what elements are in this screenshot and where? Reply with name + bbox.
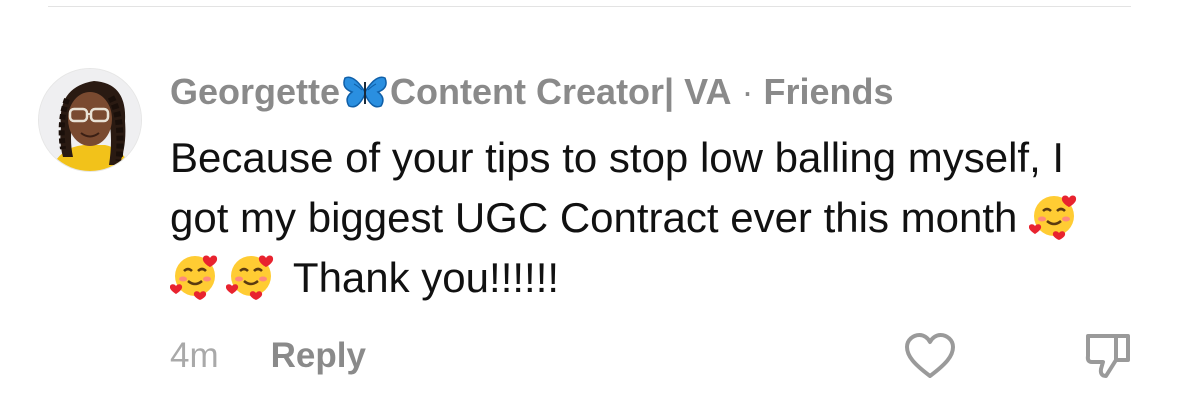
heart-icon [905, 333, 955, 378]
comment-text-main: Because of your tips to stop low balling… [170, 134, 1065, 241]
smiling-face-with-hearts-icon [225, 250, 276, 300]
dislike-button[interactable] [1084, 332, 1132, 380]
comment-time: 4m [170, 336, 219, 375]
comment-text-end: Thank you!!!!!! [282, 254, 560, 301]
avatar[interactable] [38, 68, 142, 172]
author-title: Content Creator| VA [390, 71, 732, 112]
top-divider [48, 6, 1131, 7]
comment-screen: Georgette Content Creator| VA · Friends … [0, 0, 1179, 408]
comment-body: Georgette Content Creator| VA · Friends … [169, 70, 1130, 308]
comment-text: Because of your tips to stop low balling… [169, 128, 1130, 308]
separator-dot: · [741, 71, 754, 112]
avatar-image [39, 69, 141, 171]
smiling-face-with-hearts-icon [169, 250, 220, 300]
reply-button[interactable]: Reply [271, 336, 366, 376]
butterfly-icon [342, 72, 388, 112]
comment-meta: 4m Reply [170, 336, 366, 376]
smiling-face-with-hearts-icon [1028, 190, 1079, 240]
like-button[interactable] [904, 332, 956, 380]
relation-label: Friends [763, 71, 894, 112]
author-line[interactable]: Georgette Content Creator| VA · Friends [170, 70, 1130, 114]
thumbs-down-icon [1085, 334, 1130, 378]
author-name[interactable]: Georgette [170, 70, 340, 114]
